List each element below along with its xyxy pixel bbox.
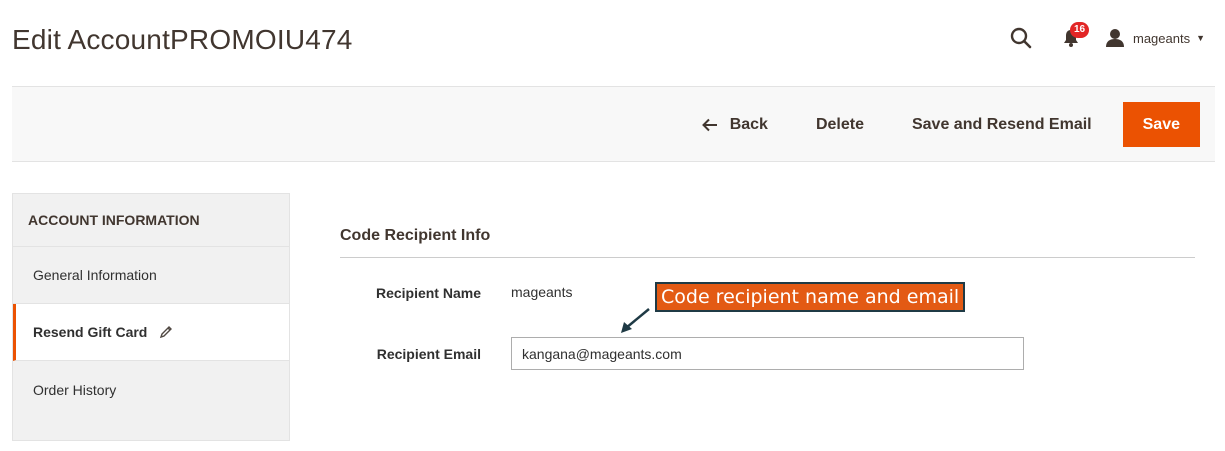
- annotation-arrow-icon: [621, 308, 650, 333]
- section-divider: [340, 257, 1195, 258]
- notifications-button[interactable]: 16: [1057, 22, 1090, 52]
- sidebar-item-general-information[interactable]: General Information: [13, 247, 289, 304]
- page: Edit AccountPROMOIU474 16 mageants ▼ Bac…: [0, 0, 1225, 451]
- recipient-name-label: Recipient Name: [375, 285, 481, 301]
- save-and-resend-email-button[interactable]: Save and Resend Email: [888, 102, 1116, 147]
- notification-count-badge: 16: [1069, 22, 1090, 38]
- user-menu[interactable]: mageants ▼: [1105, 28, 1205, 48]
- sidebar-item-order-history[interactable]: Order History: [13, 361, 289, 418]
- sidebar-heading: ACCOUNT INFORMATION: [13, 194, 289, 247]
- recipient-email-field[interactable]: [511, 337, 1024, 370]
- annotation-callout: Code recipient name and email: [655, 282, 966, 312]
- sidebar-item-label: General Information: [33, 267, 157, 283]
- account-tabs-sidebar: ACCOUNT INFORMATION General Information …: [12, 193, 290, 441]
- user-icon: [1105, 29, 1124, 47]
- recipient-email-label: Recipient Email: [376, 346, 481, 362]
- pencil-icon: [159, 325, 173, 339]
- action-buttons: Back Delete Save and Resend Email Save: [678, 102, 1200, 147]
- delete-button[interactable]: Delete: [792, 102, 888, 147]
- arrow-left-icon: [701, 118, 718, 132]
- search-icon: [1010, 27, 1032, 49]
- page-title: Edit AccountPROMOIU474: [12, 24, 353, 55]
- search-button[interactable]: [1007, 24, 1035, 52]
- back-button-label: Back: [729, 115, 768, 133]
- sidebar-item-label: Resend Gift Card: [33, 324, 148, 340]
- sidebar-item-resend-gift-card[interactable]: Resend Gift Card: [13, 304, 289, 361]
- section-title: Code Recipient Info: [340, 227, 491, 244]
- page-actions-bar: Back Delete Save and Resend Email Save: [12, 86, 1215, 162]
- header-actions: 16 mageants ▼: [1007, 22, 1205, 54]
- recipient-name-value: mageants: [511, 284, 573, 300]
- sidebar-item-label: Order History: [33, 381, 117, 398]
- user-name: mageants: [1132, 30, 1191, 46]
- save-button[interactable]: Save: [1122, 102, 1200, 147]
- back-button[interactable]: Back: [678, 102, 792, 147]
- chevron-down-icon: ▼: [1196, 33, 1205, 43]
